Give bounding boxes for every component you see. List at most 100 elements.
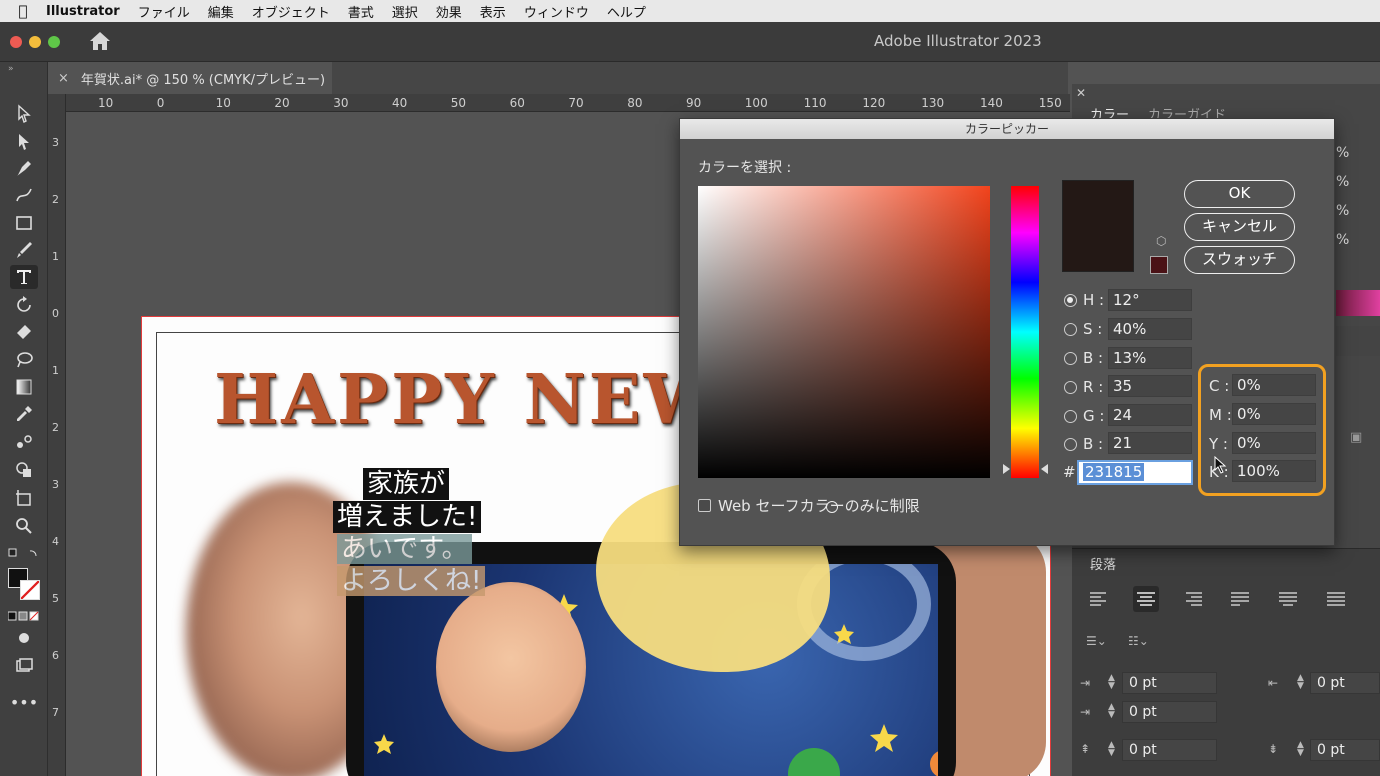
- panel-icon[interactable]: ▣: [1350, 430, 1362, 445]
- artboard-tool-icon[interactable]: [10, 486, 38, 510]
- color-mode-icons[interactable]: [7, 610, 40, 621]
- blue-radio[interactable]: [1064, 437, 1077, 451]
- stepper-icon[interactable]: ▲ ▼: [1108, 703, 1115, 720]
- red-field[interactable]: 35: [1108, 375, 1192, 397]
- stepper-icon[interactable]: ▲ ▼: [1108, 674, 1115, 691]
- caption-line-3[interactable]: あいです。: [337, 534, 472, 564]
- web-safe-color-swatch[interactable]: [1150, 256, 1168, 274]
- brightness-field[interactable]: 13%: [1108, 347, 1192, 369]
- green-row[interactable]: G :: [1064, 407, 1104, 425]
- websafe-checkbox[interactable]: [698, 499, 711, 512]
- stepper-icon[interactable]: ▲ ▼: [1108, 741, 1115, 758]
- hue-row[interactable]: H :: [1064, 291, 1104, 309]
- brightness-radio[interactable]: [1064, 351, 1077, 365]
- menu-help[interactable]: ヘルプ: [607, 2, 646, 21]
- selection-tool-icon[interactable]: [10, 102, 38, 126]
- shape-builder-tool-icon[interactable]: [10, 458, 38, 482]
- first-line-indent-field[interactable]: 0 pt: [1122, 701, 1217, 723]
- green-radio[interactable]: [1064, 409, 1077, 423]
- menu-window[interactable]: ウィンドウ: [524, 2, 589, 21]
- red-row[interactable]: R :: [1064, 378, 1103, 396]
- saturation-row[interactable]: S :: [1064, 320, 1102, 338]
- websafe-checkbox-row[interactable]: Web セーフカラーのみに制限: [698, 495, 920, 516]
- caption-line-4[interactable]: よろしくね!: [337, 566, 486, 596]
- menu-edit[interactable]: 編集: [208, 2, 234, 21]
- vertical-ruler[interactable]: 3 2 1 0 1 2 3 4 5 6 7: [48, 94, 66, 776]
- menu-view[interactable]: 表示: [480, 2, 506, 21]
- draw-mode-icon[interactable]: [10, 626, 38, 650]
- hue-radio[interactable]: [1064, 293, 1077, 307]
- paintbrush-tool-icon[interactable]: [10, 238, 38, 262]
- lasso-tool-icon[interactable]: [10, 348, 38, 372]
- hue-slider-left-arrow[interactable]: [1003, 464, 1010, 474]
- space-before-field[interactable]: 0 pt: [1122, 739, 1217, 761]
- color-spectrum-bar[interactable]: [1336, 290, 1380, 316]
- numbered-list-icon[interactable]: ☷⌄: [1128, 634, 1149, 648]
- saturation-field[interactable]: 40%: [1108, 318, 1192, 340]
- magenta-field[interactable]: 0%: [1232, 403, 1316, 425]
- blue-row[interactable]: B :: [1064, 435, 1103, 453]
- default-colors-icon[interactable]: [8, 548, 38, 562]
- eyedropper-tool-icon[interactable]: [10, 402, 38, 426]
- menu-effect[interactable]: 効果: [436, 2, 462, 21]
- collapse-icon[interactable]: »: [8, 64, 14, 74]
- direct-selection-tool-icon[interactable]: [10, 130, 38, 154]
- hue-slider-right-arrow[interactable]: [1041, 464, 1048, 474]
- saturation-radio[interactable]: [1064, 322, 1077, 336]
- type-tool-icon[interactable]: [10, 265, 38, 289]
- rotate-tool-icon[interactable]: [10, 293, 38, 317]
- blend-tool-icon[interactable]: [10, 430, 38, 454]
- menu-object[interactable]: オブジェクト: [252, 2, 330, 21]
- menu-type[interactable]: 書式: [348, 2, 374, 21]
- apple-icon[interactable]: : [0, 2, 46, 20]
- caption-line-2[interactable]: 増えました!: [333, 501, 482, 533]
- align-center-icon[interactable]: [1133, 586, 1159, 612]
- web-safe-cube-icon[interactable]: ⬡: [1156, 234, 1168, 248]
- hue-slider[interactable]: [1011, 186, 1039, 478]
- menu-app-name[interactable]: Illustrator: [46, 4, 120, 19]
- menu-file[interactable]: ファイル: [138, 2, 190, 21]
- close-tab-icon[interactable]: ×: [58, 71, 69, 86]
- cyan-field[interactable]: 0%: [1232, 374, 1316, 396]
- rectangle-tool-icon[interactable]: [10, 211, 38, 235]
- zoom-tool-icon[interactable]: [10, 514, 38, 538]
- zoom-window-button[interactable]: [48, 36, 60, 48]
- green-field[interactable]: 24: [1108, 404, 1192, 426]
- close-panel-icon[interactable]: ✕: [1076, 86, 1086, 100]
- caption-line-1[interactable]: 家族が: [363, 468, 450, 500]
- hex-field[interactable]: 231815: [1077, 460, 1193, 485]
- minimize-window-button[interactable]: [29, 36, 41, 48]
- left-indent-field[interactable]: 0 pt: [1122, 672, 1217, 694]
- stepper-icon[interactable]: ▲ ▼: [1297, 741, 1304, 758]
- eraser-tool-icon[interactable]: [10, 320, 38, 344]
- stepper-icon[interactable]: ▲ ▼: [1297, 674, 1304, 691]
- saturation-brightness-field[interactable]: [698, 186, 990, 513]
- justify-all-icon[interactable]: [1323, 586, 1349, 612]
- blue-field[interactable]: 21: [1108, 432, 1192, 454]
- gradient-tool-icon[interactable]: [10, 375, 38, 399]
- curvature-tool-icon[interactable]: [10, 183, 38, 207]
- justify-left-icon[interactable]: [1227, 586, 1253, 612]
- brightness-row[interactable]: B :: [1064, 349, 1103, 367]
- menu-select[interactable]: 選択: [392, 2, 418, 21]
- bullet-list-icon[interactable]: ☰⌄: [1086, 634, 1107, 648]
- headline-text[interactable]: HAPPY NEW: [214, 360, 723, 440]
- horizontal-ruler[interactable]: 10 0 10 20 30 40 50 60 70 80 90 100 110 120 130 140 150: [66, 94, 1070, 112]
- home-icon[interactable]: [88, 30, 112, 52]
- space-after-field[interactable]: 0 pt: [1310, 739, 1380, 761]
- document-tab[interactable]: × 年賀状.ai* @ 150 % (CMYK/プレビュー): [48, 62, 332, 94]
- screen-mode-icon[interactable]: [10, 654, 38, 678]
- black-field[interactable]: 100%: [1232, 460, 1316, 482]
- justify-center-icon[interactable]: [1275, 586, 1301, 612]
- align-right-icon[interactable]: [1180, 586, 1206, 612]
- hue-field[interactable]: 12°: [1108, 289, 1192, 311]
- ok-button[interactable]: OK: [1184, 180, 1295, 208]
- swatches-button[interactable]: スウォッチ: [1184, 246, 1295, 274]
- align-left-icon[interactable]: [1086, 586, 1112, 612]
- yellow-field[interactable]: 0%: [1232, 432, 1316, 454]
- close-window-button[interactable]: [10, 36, 22, 48]
- paragraph-panel-title[interactable]: 段落: [1090, 554, 1116, 573]
- fill-stroke-swatch[interactable]: [8, 568, 40, 600]
- cancel-button[interactable]: キャンセル: [1184, 213, 1295, 241]
- red-radio[interactable]: [1064, 380, 1077, 394]
